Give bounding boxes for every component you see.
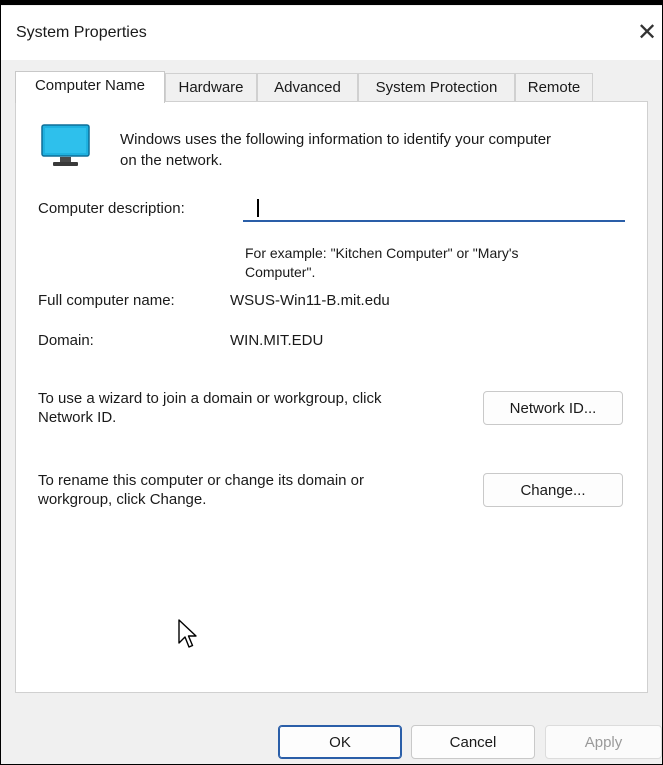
rename-text: To rename this computer or change its do… bbox=[38, 472, 364, 508]
tab-computer-name[interactable]: Computer Name bbox=[15, 71, 165, 103]
full-name-label: Full computer name: bbox=[38, 292, 175, 309]
window-title: System Properties bbox=[16, 24, 147, 41]
computer-description-input[interactable] bbox=[243, 194, 625, 222]
tab-hardware[interactable]: Hardware bbox=[165, 73, 257, 101]
ok-button[interactable]: OK bbox=[278, 725, 402, 759]
description-example: For example: "Kitchen Computer" or "Mary… bbox=[245, 245, 519, 280]
system-properties-window: System Properties ✕ Computer Name Hardwa… bbox=[0, 0, 663, 765]
title-bar[interactable]: System Properties ✕ bbox=[1, 6, 662, 60]
mouse-pointer-icon bbox=[178, 619, 197, 648]
change-button[interactable]: Change... bbox=[483, 473, 623, 507]
domain-label: Domain: bbox=[38, 332, 94, 349]
description-label: Computer description: bbox=[38, 200, 185, 217]
text-caret bbox=[257, 199, 259, 217]
domain-value: WIN.MIT.EDU bbox=[230, 332, 324, 349]
wizard-text: To use a wizard to join a domain or work… bbox=[38, 390, 382, 426]
info-text: Windows uses the following information t… bbox=[120, 131, 552, 169]
tab-remote[interactable]: Remote bbox=[515, 73, 593, 101]
monitor-icon bbox=[41, 124, 90, 166]
apply-button[interactable]: Apply bbox=[545, 725, 662, 759]
tab-system-protection[interactable]: System Protection bbox=[358, 73, 515, 101]
computer-name-panel: Windows uses the following information t… bbox=[15, 101, 648, 693]
network-id-button[interactable]: Network ID... bbox=[483, 391, 623, 425]
tab-advanced[interactable]: Advanced bbox=[257, 73, 358, 101]
close-icon[interactable]: ✕ bbox=[634, 18, 660, 46]
cancel-button[interactable]: Cancel bbox=[411, 725, 535, 759]
top-border bbox=[0, 0, 663, 5]
full-name-value: WSUS-Win11-B.mit.edu bbox=[230, 292, 390, 309]
